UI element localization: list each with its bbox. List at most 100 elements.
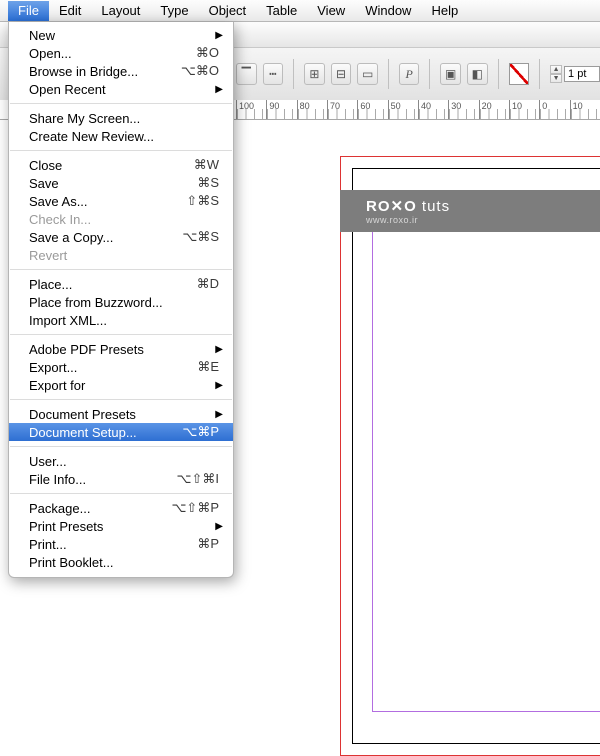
menu-item-label: Browse in Bridge... bbox=[29, 64, 173, 79]
menu-item-file-info[interactable]: File Info...⌥⇧⌘I bbox=[9, 470, 233, 488]
menu-item-shortcut: ⇧⌘S bbox=[186, 193, 219, 209]
menu-item-label: Save bbox=[29, 176, 189, 191]
menu-item-check-in: Check In... bbox=[9, 210, 233, 228]
ruler-mark: 60 bbox=[360, 101, 370, 111]
submenu-arrow-icon: ▶ bbox=[215, 380, 223, 391]
menu-item-label: Adobe PDF Presets bbox=[29, 342, 219, 357]
menu-view[interactable]: View bbox=[307, 1, 355, 21]
menu-item-close[interactable]: Close⌘W bbox=[9, 156, 233, 174]
menu-item-label: Print Booklet... bbox=[29, 555, 219, 570]
submenu-arrow-icon: ▶ bbox=[215, 30, 223, 41]
menu-item-shortcut: ⌥⌘S bbox=[182, 229, 219, 245]
submenu-arrow-icon: ▶ bbox=[215, 344, 223, 355]
ruler-mark: 50 bbox=[391, 101, 401, 111]
text-wrap-icon[interactable]: ▣ bbox=[440, 63, 461, 85]
stroke-none-swatch[interactable] bbox=[509, 63, 530, 85]
menu-item-label: Revert bbox=[29, 248, 219, 263]
menu-layout[interactable]: Layout bbox=[91, 1, 150, 21]
submenu-arrow-icon: ▶ bbox=[215, 521, 223, 532]
menu-item-save-a-copy[interactable]: Save a Copy... ⌥⌘S bbox=[9, 228, 233, 246]
ruler-mark: 10 bbox=[573, 101, 583, 111]
menu-item-document-setup[interactable]: Document Setup... ⌥⌘P bbox=[9, 423, 233, 441]
menu-item-label: Place... bbox=[29, 277, 189, 292]
dash-options-icon[interactable]: ┅ bbox=[263, 63, 284, 85]
stroke-weight-stepper[interactable]: ▲▼ bbox=[550, 65, 562, 83]
menu-item-save-as[interactable]: Save As... ⇧⌘S bbox=[9, 192, 233, 210]
submenu-arrow-icon: ▶ bbox=[215, 409, 223, 420]
menu-separator bbox=[10, 399, 232, 400]
menu-item-user[interactable]: User... bbox=[9, 452, 233, 470]
menu-item-print[interactable]: Print...⌘P bbox=[9, 535, 233, 553]
menu-item-label: Save As... bbox=[29, 194, 178, 209]
ruler-mark: 40 bbox=[421, 101, 431, 111]
menu-table[interactable]: Table bbox=[256, 1, 307, 21]
menu-item-label: Document Presets bbox=[29, 407, 219, 422]
distribute-icon[interactable]: ⊞ bbox=[304, 63, 325, 85]
menu-item-shortcut: ⌥⇧⌘P bbox=[171, 500, 219, 516]
menu-item-label: New bbox=[29, 28, 219, 43]
menu-help[interactable]: Help bbox=[421, 1, 468, 21]
ruler-mark: 100 bbox=[239, 101, 254, 111]
menu-item-print-booklet[interactable]: Print Booklet... bbox=[9, 553, 233, 571]
ruler-mark: 30 bbox=[451, 101, 461, 111]
menu-item-import-xml[interactable]: Import XML... bbox=[9, 311, 233, 329]
menubar: File Edit Layout Type Object Table View … bbox=[0, 0, 600, 22]
menu-item-browse-in-bridge[interactable]: Browse in Bridge... ⌥⌘O bbox=[9, 62, 233, 80]
menu-item-label: Place from Buzzword... bbox=[29, 295, 219, 310]
menu-item-label: Package... bbox=[29, 501, 163, 516]
stroke-weight-input[interactable] bbox=[564, 66, 600, 82]
menu-item-package[interactable]: Package... ⌥⇧⌘P bbox=[9, 499, 233, 517]
menu-item-export[interactable]: Export...⌘E bbox=[9, 358, 233, 376]
separator bbox=[429, 59, 430, 89]
menu-item-shortcut: ⌥⇧⌘I bbox=[177, 471, 220, 487]
paragraph-style-icon[interactable]: P bbox=[399, 63, 420, 85]
menu-item-label: Open... bbox=[29, 46, 188, 61]
menu-item-document-presets[interactable]: Document Presets▶ bbox=[9, 405, 233, 423]
distribute-v-icon[interactable]: ⊟ bbox=[331, 63, 352, 85]
effects-icon[interactable]: ◧ bbox=[467, 63, 488, 85]
stroke-weight-field: ▲▼ bbox=[550, 65, 600, 83]
menu-item-share-my-screen[interactable]: Share My Screen... bbox=[9, 109, 233, 127]
menu-file[interactable]: File bbox=[8, 1, 49, 21]
menu-item-print-presets[interactable]: Print Presets▶ bbox=[9, 517, 233, 535]
menu-item-label: Print Presets bbox=[29, 519, 219, 534]
ruler-mark: 10 bbox=[512, 101, 522, 111]
menu-separator bbox=[10, 103, 232, 104]
align-top-icon[interactable]: ▔ bbox=[236, 63, 257, 85]
menu-item-place[interactable]: Place... ⌘D bbox=[9, 275, 233, 293]
submenu-arrow-icon: ▶ bbox=[215, 84, 223, 95]
menu-item-label: Open Recent bbox=[29, 82, 219, 97]
menu-item-open[interactable]: Open... ⌘O bbox=[9, 44, 233, 62]
menu-object[interactable]: Object bbox=[199, 1, 257, 21]
menu-item-shortcut: ⌘W bbox=[194, 157, 219, 173]
ruler-mark: 70 bbox=[330, 101, 340, 111]
menu-item-label: Print... bbox=[29, 537, 189, 552]
menu-item-export-for[interactable]: Export for▶ bbox=[9, 376, 233, 394]
menu-item-adobe-pdf-presets[interactable]: Adobe PDF Presets▶ bbox=[9, 340, 233, 358]
menu-item-shortcut: ⌘O bbox=[196, 45, 219, 61]
menu-item-shortcut: ⌥⌘O bbox=[181, 63, 219, 79]
ruler-mark: 20 bbox=[482, 101, 492, 111]
align-group-icon[interactable]: ▭ bbox=[357, 63, 378, 85]
menu-item-label: Check In... bbox=[29, 212, 219, 227]
menu-item-shortcut: ⌥⌘P bbox=[182, 424, 219, 440]
watermark-banner: RO✕O tuts www.roxo.ir bbox=[340, 190, 600, 232]
menu-item-label: User... bbox=[29, 454, 219, 469]
menu-item-save[interactable]: Save ⌘S bbox=[9, 174, 233, 192]
menu-separator bbox=[10, 493, 232, 494]
watermark-url: www.roxo.ir bbox=[366, 215, 418, 225]
menu-type[interactable]: Type bbox=[150, 1, 198, 21]
menu-item-label: Document Setup... bbox=[29, 425, 174, 440]
menu-edit[interactable]: Edit bbox=[49, 1, 91, 21]
menu-window[interactable]: Window bbox=[355, 1, 421, 21]
menu-item-shortcut: ⌘D bbox=[197, 276, 219, 292]
menu-item-place-from-buzzword[interactable]: Place from Buzzword... bbox=[9, 293, 233, 311]
menu-item-open-recent[interactable]: Open Recent▶ bbox=[9, 80, 233, 98]
menu-item-new[interactable]: New▶ bbox=[9, 26, 233, 44]
menu-item-create-new-review[interactable]: Create New Review... bbox=[9, 127, 233, 145]
menu-item-label: Save a Copy... bbox=[29, 230, 174, 245]
separator bbox=[388, 59, 389, 89]
menu-item-shortcut: ⌘E bbox=[197, 359, 219, 375]
menu-item-shortcut: ⌘S bbox=[197, 175, 219, 191]
ruler-mark: 0 bbox=[542, 101, 547, 111]
